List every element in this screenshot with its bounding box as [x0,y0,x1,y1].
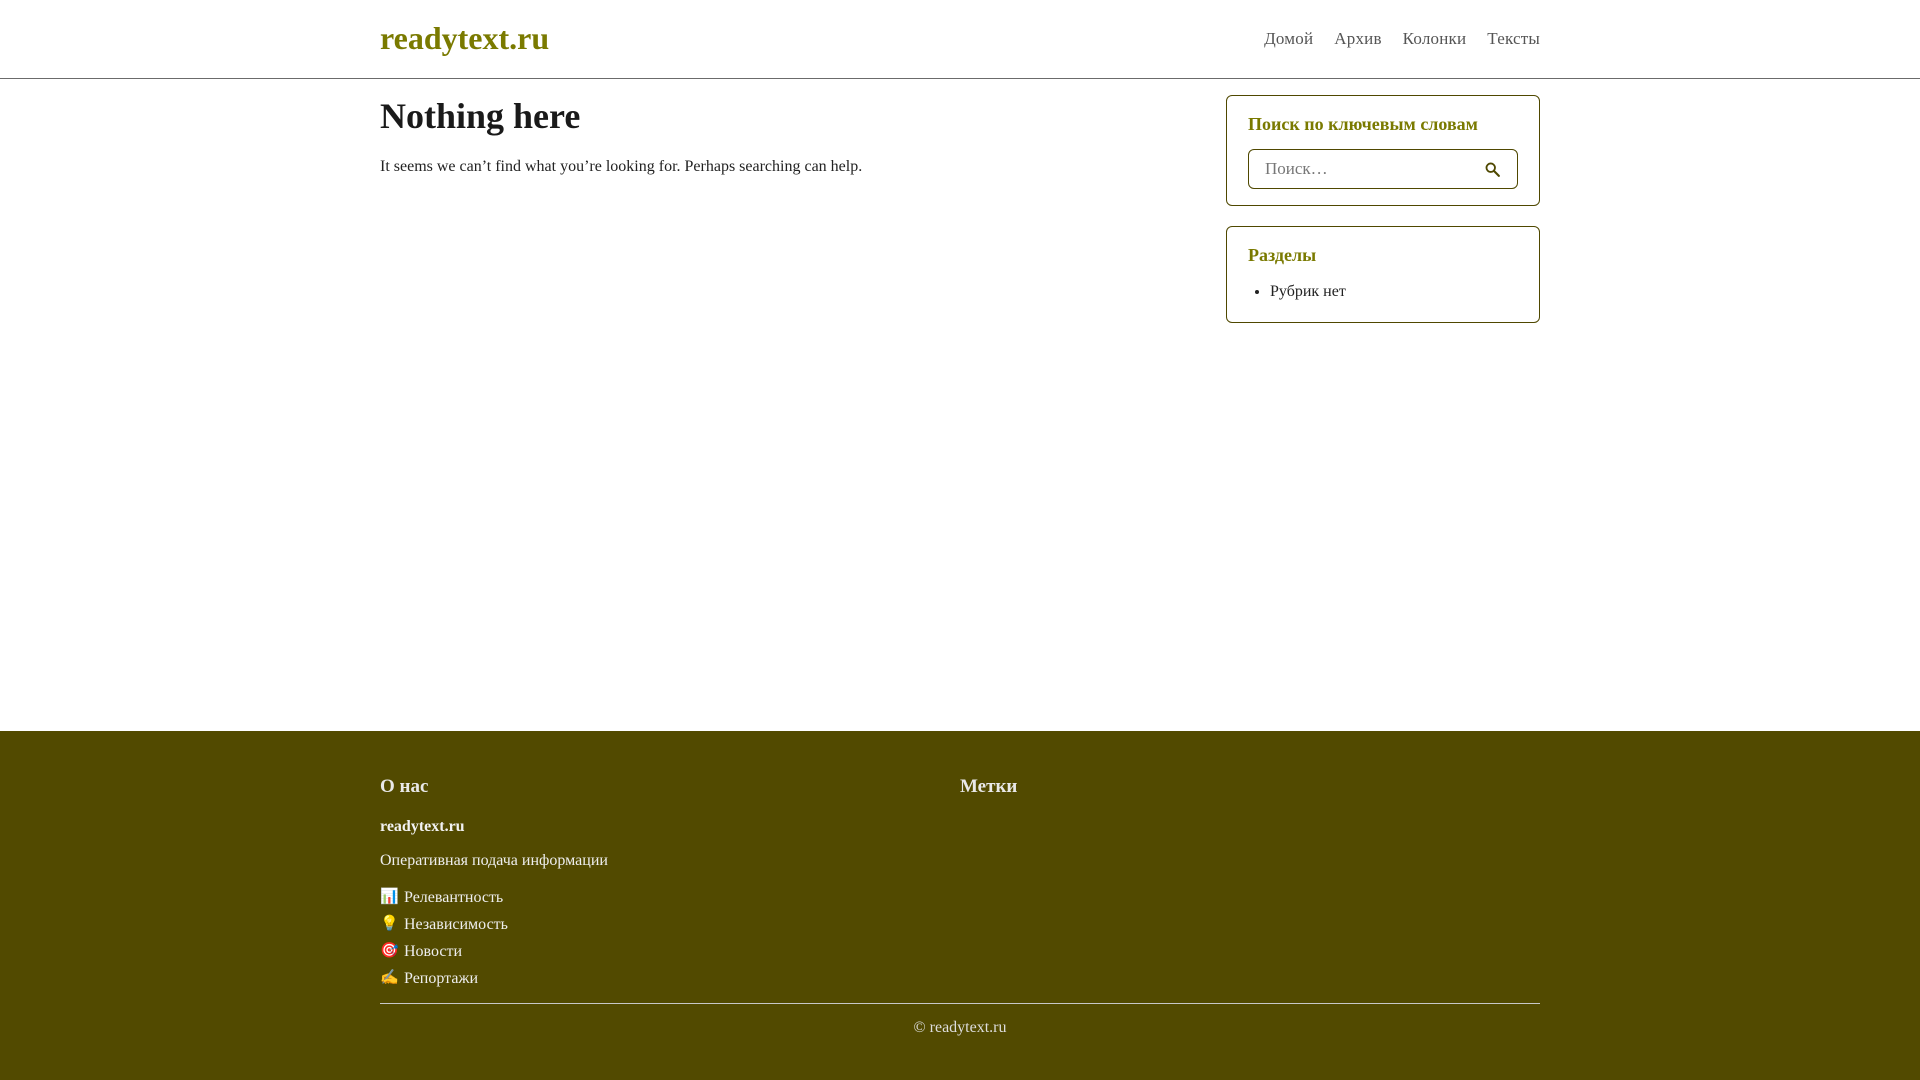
copyright-text: © readytext.ru [913,1019,1007,1036]
search-widget-title: Поиск по ключевым словам [1248,114,1478,134]
categories-widget-title: Разделы [1248,245,1317,265]
page-description: It seems we can’t find what you’re looki… [380,157,863,175]
footer-features-list: 📊 Релевантность 💡 Независимость 🎯 Новост… [380,884,960,992]
categories-list: Рубрик нет [1248,280,1518,304]
search-button[interactable] [1481,158,1503,180]
footer-divider [380,1003,1540,1004]
main-nav: Домой Архив Колонки Тексты [1264,29,1540,49]
footer-tagline: Оперативная подача информации [380,852,608,869]
list-item: 📊 Релевантность [380,884,960,911]
search-icon [1485,162,1500,177]
nav-item-archive[interactable]: Архив [1334,29,1381,49]
nav-item-home[interactable]: Домой [1264,29,1313,49]
list-item: 🎯 Новости [380,938,960,965]
footer-about-heading: О нас [380,776,429,797]
footer-tags-heading: Метки [960,776,1018,797]
content-column: Nothing here It seems we can’t find what… [380,79,1200,176]
feature-label: Новости [404,943,463,960]
page-title: Nothing here [380,96,581,136]
footer-site-name: readytext.ru [380,818,465,835]
search-input[interactable] [1265,159,1465,179]
footer-tags-column: Метки [960,731,1540,992]
list-item: 💡 Независимость [380,911,960,938]
footer-about-column: О нас readytext.ru Оперативная подача ин… [380,731,960,992]
list-item: ✍ Репортажи [380,965,960,992]
nav-item-texts[interactable]: Тексты [1487,29,1540,49]
site-header: readytext.ru Домой Архив Колонки Тексты [0,0,1920,79]
feature-label: Репортажи [404,970,479,987]
feature-label: Независимость [404,916,508,933]
feature-label: Релевантность [404,889,504,906]
sidebar: Поиск по ключевым словам Разделы Рубрик … [1226,95,1540,343]
list-item: Рубрик нет [1270,280,1518,304]
main-area: Nothing here It seems we can’t find what… [0,79,1920,343]
site-footer: О нас readytext.ru Оперативная подача ин… [0,731,1920,1080]
nav-item-columns[interactable]: Колонки [1403,29,1467,49]
categories-widget: Разделы Рубрик нет [1226,226,1540,323]
writing-hand-icon: ✍ [380,970,399,986]
bar-chart-icon: 📊 [380,889,399,905]
target-icon: 🎯 [380,943,399,959]
light-bulb-icon: 💡 [380,916,399,932]
site-brand-link[interactable]: readytext.ru [380,20,549,57]
search-widget: Поиск по ключевым словам [1226,95,1540,206]
search-box [1248,149,1518,189]
